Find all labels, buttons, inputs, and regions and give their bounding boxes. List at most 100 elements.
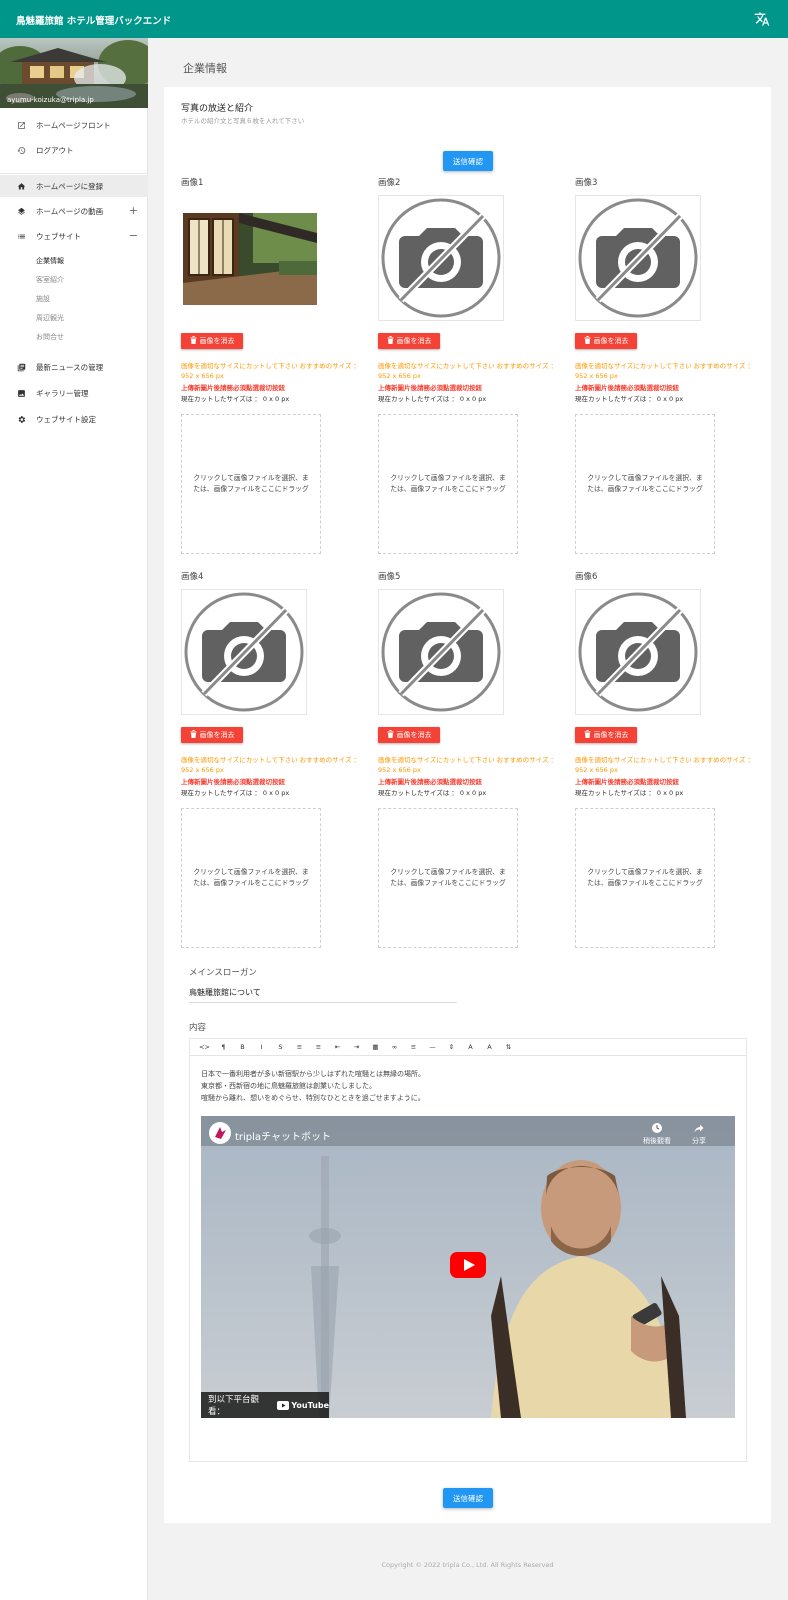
editor-content[interactable]: 日本で一番利用者が多い新宿駅から少しはずれた喧騒とは無縁の場所。 東京都・西新宿… — [201, 1068, 425, 1104]
image-5-delete-button[interactable]: 画像を消去 — [378, 727, 440, 743]
sidebar-item-homepage-video[interactable]: ホームページの動画 + — [0, 200, 148, 222]
toolbar-button-4[interactable]: I — [252, 1043, 271, 1051]
sidebar-item-label: 最新ニュースの管理 — [36, 362, 104, 372]
no-photo-icon — [182, 590, 306, 716]
toolbar-button-11[interactable]: ∞ — [385, 1043, 404, 1051]
collapse-icon[interactable]: − — [129, 229, 138, 242]
sidebar-item-gallery[interactable]: ギャラリー管理 — [0, 382, 148, 404]
sidebar-subitem-facilities[interactable]: 施設 — [36, 294, 50, 304]
share-label: 分享 — [692, 1137, 706, 1145]
image-1-dropzone[interactable]: クリックして画像ファイルを選択、または、画像ファイルをここにドラッグ — [181, 414, 321, 554]
video-title[interactable]: triplaチャットボット — [235, 1128, 331, 1143]
sidebar-subitem-rooms[interactable]: 客室紹介 — [36, 275, 64, 285]
list-icon — [16, 231, 26, 241]
image-4-crop-warning: 上傳新圖片後請務必須點選裁切按鈕 — [181, 778, 285, 786]
embedded-youtube-video[interactable]: triplaチャットボット 稍後觀看 分享 到以下平台觀看： YouTube — [201, 1116, 735, 1418]
trash-icon — [387, 730, 394, 740]
image-1-delete-button[interactable]: 画像を消去 — [181, 333, 243, 349]
image-2-delete-button[interactable]: 画像を消去 — [378, 333, 440, 349]
top-app-bar: 鳥魅羅旅館 ホテル管理バックエンド — [0, 0, 788, 38]
sidebar-item-label: ホームページに登録 — [36, 181, 104, 191]
sidebar-item-logout[interactable]: ログアウト — [0, 139, 148, 161]
sidebar: ayumu-koizuka@tripla.jp ホームページフロント ログアウト… — [0, 38, 148, 1600]
image-6-delete-button[interactable]: 画像を消去 — [575, 727, 637, 743]
slogan-input[interactable]: 鳥魅羅旅館について — [189, 987, 261, 998]
sidebar-subitem-sightseeing[interactable]: 周辺観光 — [36, 313, 64, 323]
no-photo-icon — [576, 590, 700, 716]
toolbar-button-15[interactable]: A — [461, 1043, 480, 1051]
image-6-dropzone[interactable]: クリックして画像ファイルを選択、または、画像ファイルをここにドラッグ — [575, 808, 715, 948]
toolbar-button-7[interactable]: ≡ — [309, 1043, 328, 1051]
image-4-dropzone[interactable]: クリックして画像ファイルを選択、または、画像ファイルをここにドラッグ — [181, 808, 321, 948]
toolbar-button-10[interactable]: ▦ — [366, 1043, 385, 1051]
expand-icon[interactable]: + — [129, 204, 138, 217]
submit-button-top[interactable]: 送信確認 — [443, 151, 493, 171]
section-subtitle: ホテルの紹介文と写真６枚を入れて下さい — [181, 117, 305, 125]
toolbar-button-14[interactable]: ⇕ — [442, 1043, 461, 1051]
image-6-size-hint: 画像を適切なサイズにカットして下さい おすすめのサイズ ： 952 x 656 … — [575, 756, 755, 774]
toolbar-button-8[interactable]: ⇤ — [328, 1043, 347, 1051]
sidebar-item-website[interactable]: ウェブサイト − — [0, 225, 148, 247]
share-button[interactable]: 分享 — [692, 1122, 706, 1146]
no-photo-icon — [379, 196, 503, 322]
editor-line: 日本で一番利用者が多い新宿駅から少しはずれた喧騒とは無縁の場所。 — [201, 1070, 425, 1078]
image-3-delete-button[interactable]: 画像を消去 — [575, 333, 637, 349]
watch-later-button[interactable]: 稍後觀看 — [643, 1122, 671, 1146]
play-button-icon[interactable] — [450, 1252, 486, 1278]
toolbar-button-13[interactable]: — — [423, 1043, 442, 1051]
image-4-delete-button[interactable]: 画像を消去 — [181, 727, 243, 743]
sidebar-item-label: ウェブサイト — [36, 231, 81, 241]
trash-icon — [190, 730, 197, 740]
translate-icon[interactable] — [754, 11, 770, 27]
toolbar-button-3[interactable]: B — [233, 1043, 252, 1051]
trash-icon — [584, 336, 591, 346]
image-4-label: 画像4 — [181, 572, 204, 582]
sidebar-subitem-company-info[interactable]: 企業情報 — [36, 256, 64, 266]
sidebar-item-news[interactable]: 最新ニュースの管理 — [0, 356, 148, 378]
toolbar-button-12[interactable]: ≡ — [404, 1043, 423, 1051]
image-4-size-hint: 画像を適切なサイズにカットして下さい おすすめのサイズ ： 952 x 656 … — [181, 756, 361, 774]
toolbar-button-5[interactable]: S — [271, 1043, 290, 1051]
image-1-preview — [181, 195, 317, 321]
youtube-logo-icon: YouTube — [277, 1400, 329, 1410]
sidebar-item-website-settings[interactable]: ウェブサイト設定 — [0, 408, 148, 430]
sidebar-item-homepage-front[interactable]: ホームページフロント — [0, 114, 148, 136]
layers-icon — [16, 206, 26, 216]
image-3-dropzone[interactable]: クリックして画像ファイルを選択、または、画像ファイルをここにドラッグ — [575, 414, 715, 554]
dropzone-text: クリックして画像ファイルを選択、または、画像ファイルをここにドラッグ — [193, 868, 309, 887]
share-icon — [694, 1124, 704, 1133]
toolbar-button-2[interactable]: ¶ — [214, 1043, 233, 1051]
delete-label: 画像を消去 — [593, 731, 629, 739]
toolbar-button-16[interactable]: A — [480, 1043, 499, 1051]
delete-label: 画像を消去 — [396, 337, 432, 345]
app-title: 鳥魅羅旅館 ホテル管理バックエンド — [16, 16, 172, 27]
delete-label: 画像を消去 — [199, 731, 235, 739]
image-icon — [16, 388, 26, 398]
sidebar-hero-image: ayumu-koizuka@tripla.jp — [0, 38, 148, 108]
sidebar-subitem-contact[interactable]: お問合せ — [36, 332, 64, 342]
submit-button-bottom[interactable]: 送信確認 — [443, 1488, 493, 1508]
channel-logo-icon[interactable] — [209, 1122, 231, 1144]
dropzone-text: クリックして画像ファイルを選択、または、画像ファイルをここにドラッグ — [587, 474, 703, 493]
sidebar-item-label: ギャラリー管理 — [36, 388, 89, 398]
image-2-preview — [378, 195, 504, 321]
watch-on-youtube-bar[interactable]: 到以下平台觀看： YouTube — [201, 1392, 329, 1418]
image-5-cut-size: 現在カットしたサイズは ： 0 x 0 px — [378, 789, 487, 797]
sidebar-item-homepage-register[interactable]: ホームページに登録 — [0, 175, 148, 197]
sidebar-item-label: ウェブサイト設定 — [36, 414, 96, 424]
watch-later-label: 稍後觀看 — [643, 1137, 671, 1145]
image-5-label: 画像5 — [378, 572, 401, 582]
delete-label: 画像を消去 — [593, 337, 629, 345]
image-5-dropzone[interactable]: クリックして画像ファイルを選択、または、画像ファイルをここにドラッグ — [378, 808, 518, 948]
image-5-size-hint: 画像を適切なサイズにカットして下さい おすすめのサイズ ： 952 x 656 … — [378, 756, 558, 774]
image-4-preview — [181, 589, 307, 715]
toolbar-button-17[interactable]: ⇅ — [499, 1043, 518, 1051]
toolbar-button-6[interactable]: ≡ — [290, 1043, 309, 1051]
dropzone-text: クリックして画像ファイルを選択、または、画像ファイルをここにドラッグ — [390, 868, 506, 887]
youtube-wordmark: YouTube — [291, 1400, 329, 1410]
image-2-dropzone[interactable]: クリックして画像ファイルを選択、または、画像ファイルをここにドラッグ — [378, 414, 518, 554]
toolbar-button-9[interactable]: ⇥ — [347, 1043, 366, 1051]
toolbar-button-1[interactable]: <> — [195, 1043, 214, 1051]
delete-label: 画像を消去 — [199, 337, 235, 345]
sidebar-item-label: ホームページの動画 — [36, 206, 104, 216]
